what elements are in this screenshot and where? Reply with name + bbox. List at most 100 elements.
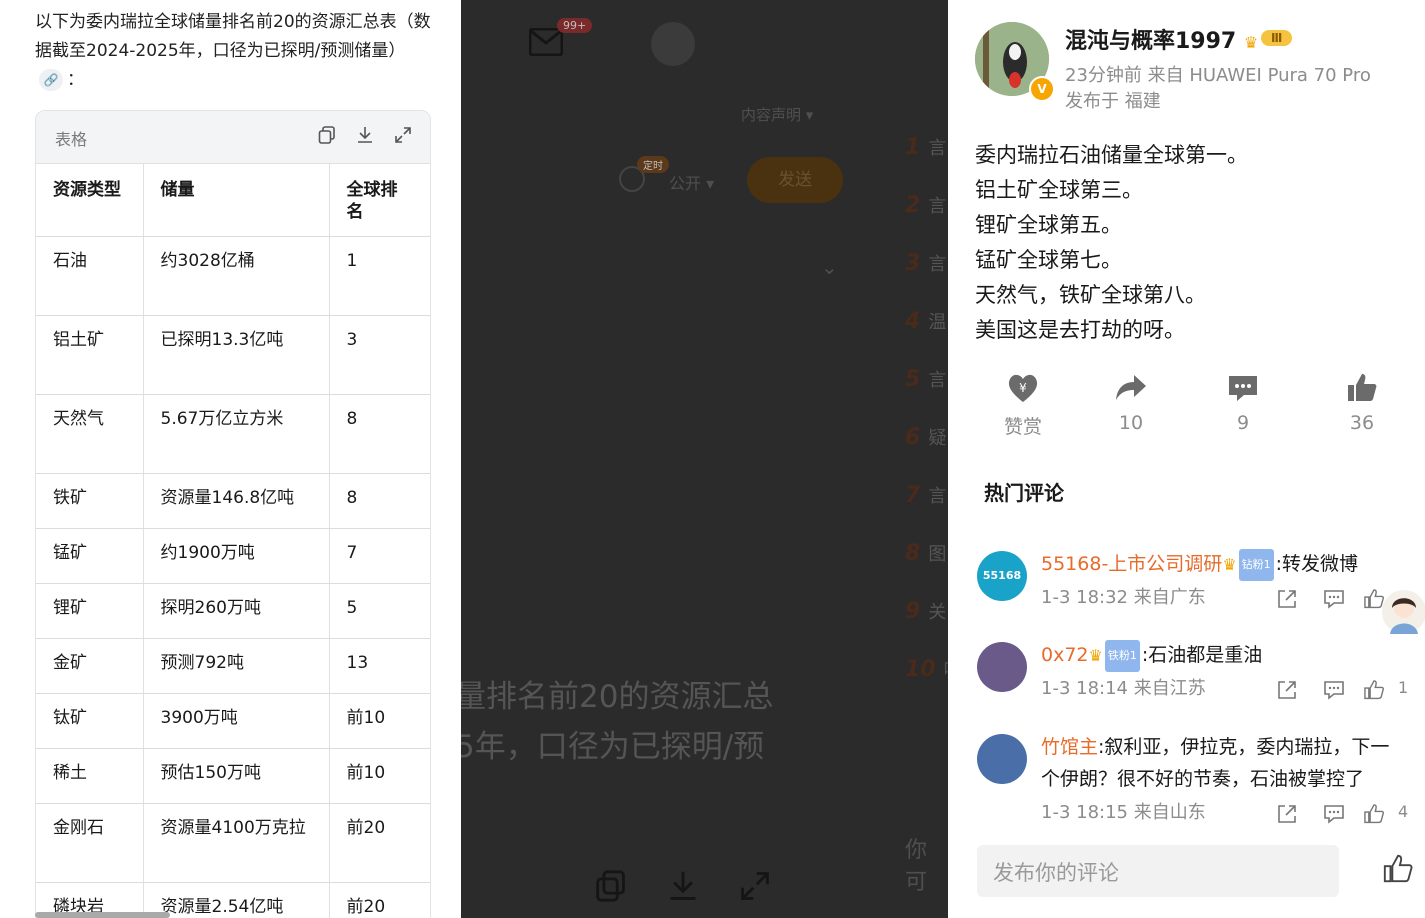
table-row: 锰矿 约1900万吨 7 bbox=[36, 528, 430, 584]
trending-rank: 9 bbox=[905, 599, 921, 624]
reply-icon[interactable] bbox=[1323, 679, 1345, 701]
commenter-name[interactable]: 55168-上市公司调研 bbox=[1041, 553, 1222, 575]
table-row: 金矿 预测792吨 13 bbox=[36, 638, 430, 694]
commenter-avatar[interactable] bbox=[977, 642, 1027, 692]
share-arrow-icon bbox=[1116, 375, 1146, 400]
trending-rank: 7 bbox=[905, 483, 921, 508]
commenter-avatar[interactable] bbox=[977, 734, 1027, 784]
table-row: 金刚石 资源量4100万克拉 前20 bbox=[36, 803, 430, 883]
share-icon[interactable] bbox=[1276, 679, 1298, 701]
trending-rank: 6 bbox=[905, 425, 921, 450]
table-cell: 前20 bbox=[329, 882, 430, 918]
hot-comments-title: 热门评论 bbox=[984, 481, 1064, 505]
share-icon[interactable] bbox=[1276, 803, 1298, 825]
send-button: 发送 bbox=[747, 157, 843, 203]
table-cell: 7 bbox=[329, 528, 430, 584]
repost-count: 10 bbox=[1118, 412, 1144, 434]
table-row: 铝土矿 已探明13.3亿吨 3 bbox=[36, 315, 430, 395]
share-icon[interactable] bbox=[1276, 588, 1298, 610]
table-cell: 资源量146.8亿吨 bbox=[143, 473, 330, 529]
post-location: 发布于 福建 bbox=[1065, 91, 1161, 112]
svg-text:¥: ¥ bbox=[1019, 381, 1027, 395]
post-content: 委内瑞拉石油储量全球第一。 铝土矿全球第三。 锂矿全球第五。 锰矿全球第七。 天… bbox=[975, 138, 1248, 348]
trending-title: 图 bbox=[928, 544, 947, 565]
comment-input[interactable]: 发布你的评论 bbox=[977, 845, 1339, 897]
comment-text: :转发微博 bbox=[1275, 553, 1359, 575]
trending-item: 2言 bbox=[905, 192, 946, 218]
thumbs-up-icon[interactable] bbox=[1363, 679, 1385, 701]
trending-title: 温 bbox=[928, 312, 947, 333]
assistant-avatar[interactable] bbox=[1382, 590, 1425, 634]
trending-rank: 5 bbox=[905, 367, 921, 392]
table-cell: 锰矿 bbox=[36, 528, 144, 584]
crown-icon: ♛ bbox=[1243, 32, 1259, 52]
comment-body: 0x72♛ 铁粉1:石油都是重油 bbox=[1041, 639, 1391, 672]
expand-icon bbox=[741, 872, 769, 900]
copy-icon[interactable] bbox=[316, 124, 338, 146]
reward-button[interactable]: ¥ 赞赏 bbox=[983, 372, 1063, 439]
download-icon bbox=[670, 871, 696, 900]
column-header: 储量 bbox=[143, 164, 330, 237]
table-cell: 预测792吨 bbox=[143, 638, 330, 694]
post-line: 美国这是去打劫的呀。 bbox=[975, 318, 1185, 342]
table-cell: 13 bbox=[329, 638, 430, 694]
repost-button[interactable]: 10 bbox=[1091, 372, 1171, 434]
commenter-name[interactable]: 竹馆主 bbox=[1041, 736, 1098, 758]
expand-icon[interactable] bbox=[392, 124, 414, 146]
fan-badge: 钻粉1 bbox=[1238, 548, 1274, 581]
table-cell: 金刚石 bbox=[36, 803, 144, 883]
link-icon[interactable]: 🔗 bbox=[39, 69, 63, 91]
mail-badge: 99+ bbox=[557, 18, 593, 33]
post-like-icon[interactable] bbox=[1382, 853, 1414, 889]
author-name[interactable]: 混沌与概率1997 ♛ bbox=[1065, 23, 1258, 55]
post-meta: 23分钟前 来自 HUAWEI Pura 70 Pro bbox=[1065, 65, 1371, 86]
fan-badge: 铁粉1 bbox=[1104, 639, 1140, 672]
download-icon[interactable] bbox=[354, 124, 376, 146]
trending-item: 9关 bbox=[905, 598, 946, 624]
intro-text: 以下为委内瑞拉全球储量排名前20的资源汇总表（数据截至2024-2025年，口径… bbox=[35, 12, 431, 91]
post-line: 天然气，铁矿全球第八。 bbox=[975, 283, 1206, 307]
mail-icon bbox=[528, 27, 564, 60]
post-line: 铝土矿全球第三。 bbox=[975, 178, 1143, 202]
crown-icon: ♛ bbox=[1088, 645, 1103, 665]
copy-icon bbox=[596, 870, 625, 902]
trending-item: 6疑 bbox=[905, 424, 946, 450]
commenter-name[interactable]: 0x72 bbox=[1041, 644, 1089, 666]
background-snippet: 你可 bbox=[905, 838, 928, 895]
table-cell: 8 bbox=[329, 473, 430, 529]
comment-button[interactable]: 9 bbox=[1203, 372, 1283, 434]
trending-title: 言 bbox=[928, 370, 947, 391]
table-cell: 前20 bbox=[329, 803, 430, 883]
trending-rank: 4 bbox=[905, 309, 921, 334]
comment-time: 1-3 18:15 来自山东 bbox=[1041, 802, 1206, 823]
table-cell: 约1900万吨 bbox=[143, 528, 330, 584]
horizontal-scrollbar[interactable] bbox=[35, 912, 170, 918]
resource-table: 资源类型 储量 全球排名 石油 约3028亿桶 1 铝土矿 已探明13.3亿吨 3 天然气 5… bbox=[36, 164, 430, 918]
thumbs-up-icon[interactable] bbox=[1363, 803, 1385, 825]
trending-title: 言 bbox=[928, 196, 947, 217]
table-cell: 石油 bbox=[36, 236, 144, 316]
table-cell: 金矿 bbox=[36, 638, 144, 694]
reply-icon[interactable] bbox=[1323, 803, 1345, 825]
table-cell: 前10 bbox=[329, 693, 430, 749]
table-cell: 5.67万亿立方米 bbox=[143, 394, 330, 474]
trending-title: 言 bbox=[928, 486, 947, 507]
trending-rank: 10 bbox=[905, 657, 936, 682]
thumbs-up-icon bbox=[1348, 374, 1377, 401]
table-row: 天然气 5.67万亿立方米 8 bbox=[36, 394, 430, 474]
column-header: 资源类型 bbox=[36, 164, 144, 237]
reply-icon[interactable] bbox=[1323, 588, 1345, 610]
trending-rank: 1 bbox=[905, 135, 921, 160]
trending-rank: 2 bbox=[905, 193, 921, 218]
trending-item: 8图 bbox=[905, 540, 946, 566]
commenter-avatar[interactable]: 55168 bbox=[977, 551, 1027, 601]
crown-icon: ♛ bbox=[1222, 554, 1237, 574]
table-row: 钛矿 3900万吨 前10 bbox=[36, 693, 430, 749]
table-cell: 锂矿 bbox=[36, 583, 144, 639]
table-cell: 预估150万吨 bbox=[143, 748, 330, 804]
table-label: 表格 bbox=[55, 130, 88, 149]
dimmed-background: 99+ 内容声明 ▾ 定时 公开 ▾ 发送 ⌄ 1言2言3言4温5言6疑7言8图… bbox=[461, 0, 948, 918]
trending-title: 疑 bbox=[928, 428, 947, 449]
like-button[interactable]: 36 bbox=[1322, 372, 1402, 434]
table-cell: 资源量4100万克拉 bbox=[143, 803, 330, 883]
